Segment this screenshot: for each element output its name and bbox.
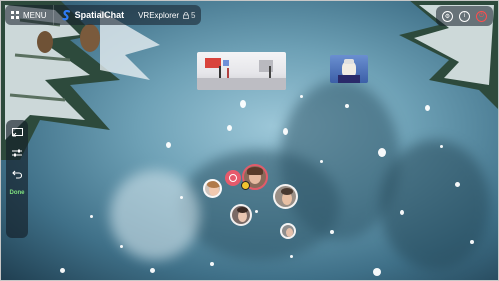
done-button[interactable]: Done — [10, 190, 25, 196]
undo-icon — [12, 170, 22, 179]
settings-icon: ⚙ — [444, 13, 451, 20]
spatialchat-logo-icon — [61, 9, 70, 20]
sliders-icon — [12, 149, 22, 157]
leave-button[interactable]: ⏻ — [476, 10, 487, 22]
screen-cast-icon — [11, 127, 23, 136]
menu-button[interactable]: MENU — [5, 5, 54, 25]
snowy-background — [0, 0, 499, 281]
share-screen-button[interactable] — [11, 126, 23, 138]
left-toolbar: Done — [6, 120, 28, 238]
menu-icon — [11, 11, 19, 19]
lock-icon — [183, 11, 189, 19]
info-button[interactable]: i — [459, 10, 470, 22]
brand-logo: SpatialChat — [54, 9, 133, 21]
back-button[interactable] — [11, 168, 23, 180]
menu-label: MENU — [23, 10, 47, 20]
participant-avatar[interactable] — [230, 204, 252, 226]
top-right-controls: ⚙ i ⏻ — [436, 6, 493, 26]
info-icon: i — [463, 13, 466, 19]
shared-screen-gallery[interactable] — [197, 52, 286, 90]
participants-count: 5 — [190, 10, 196, 20]
brand-name: SpatialChat — [74, 10, 125, 20]
spotlight-button[interactable] — [225, 170, 241, 186]
settings-button[interactable]: ⚙ — [442, 10, 453, 22]
shared-screen-avatar[interactable] — [330, 55, 368, 83]
mic-badge-icon — [241, 181, 250, 190]
participant-avatar[interactable] — [203, 179, 222, 198]
space-name[interactable]: VRExplorer — [132, 11, 183, 20]
power-icon: ⏻ — [479, 12, 484, 19]
adjust-button[interactable] — [11, 147, 23, 159]
top-navigation-bar: MENU SpatialChat VRExplorer 5 — [5, 5, 202, 25]
participant-avatar[interactable] — [280, 223, 296, 239]
participants-indicator: 5 — [183, 11, 201, 20]
participant-avatar[interactable] — [273, 184, 298, 209]
